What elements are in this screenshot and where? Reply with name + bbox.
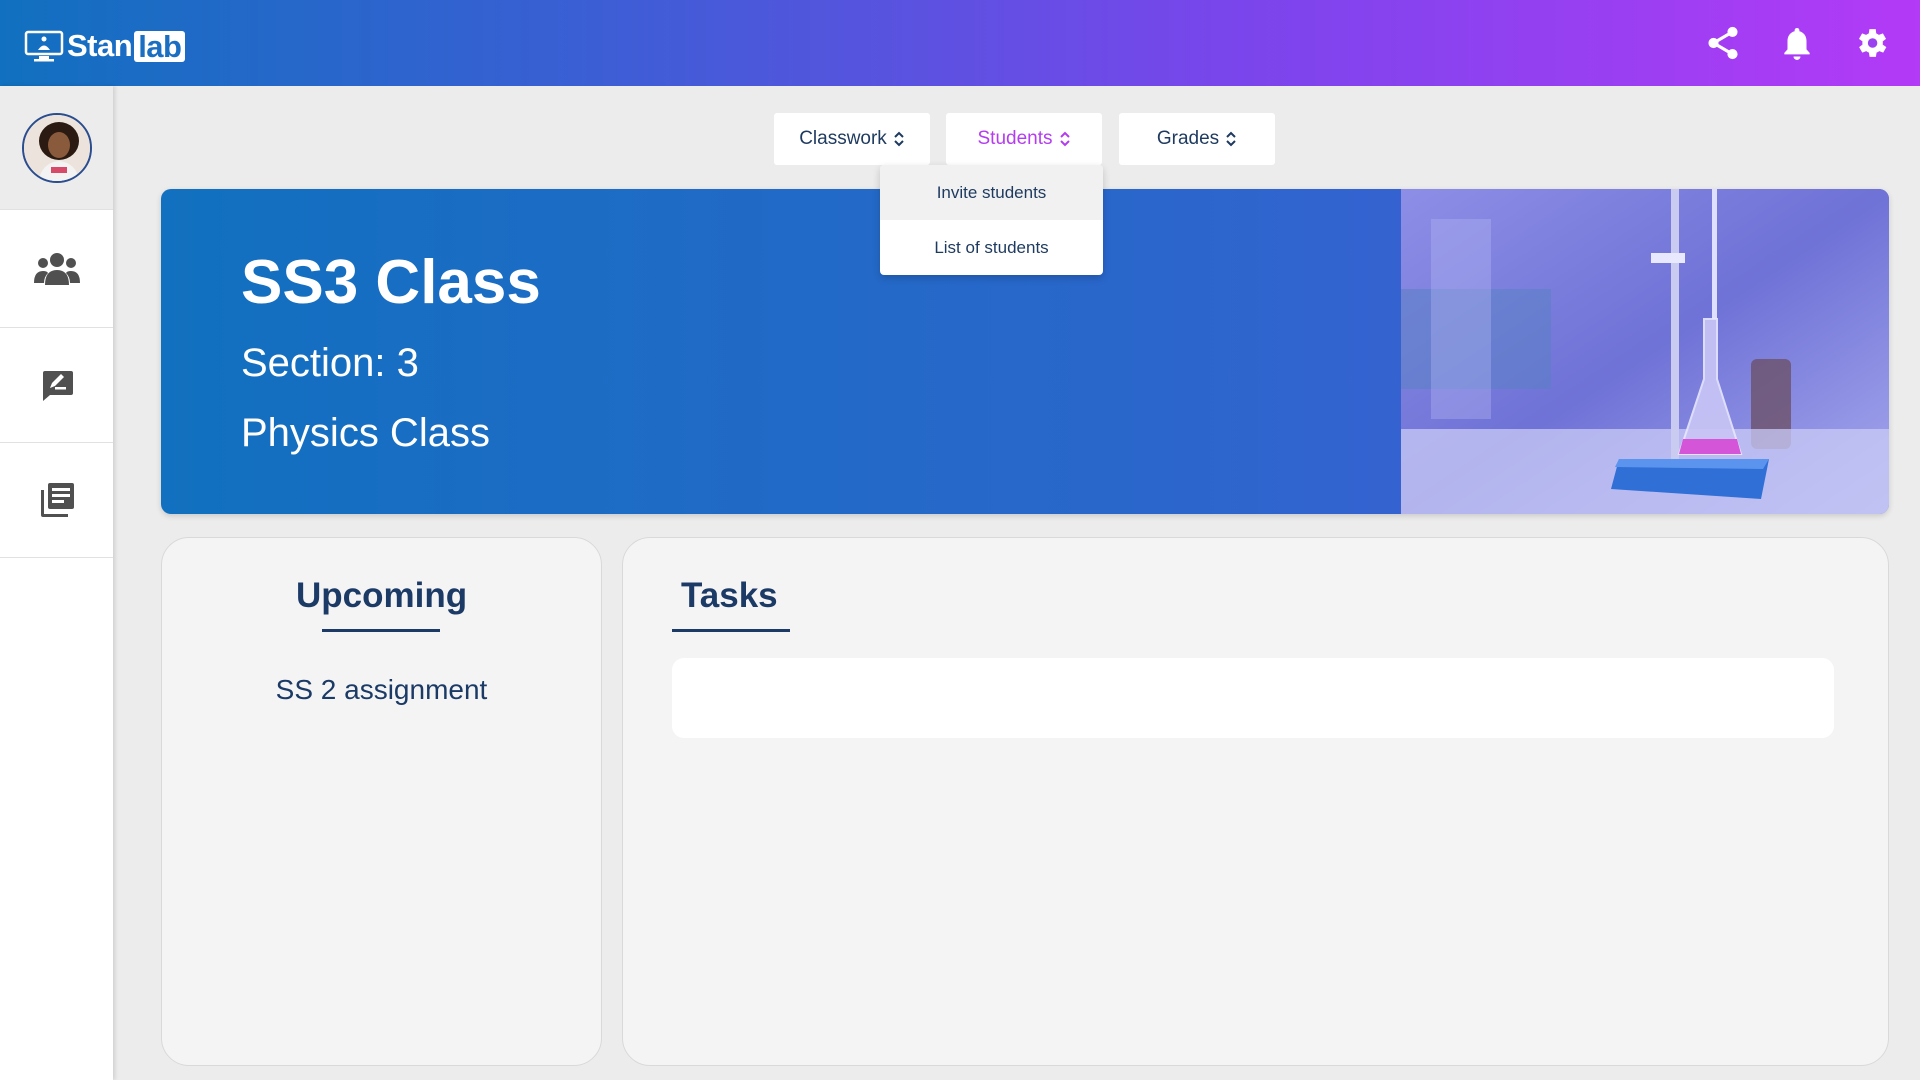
chevron-updown-icon: [1226, 131, 1236, 147]
tab-grades-label: Grades: [1156, 128, 1220, 149]
tasks-underline: [672, 629, 790, 632]
brand-logo[interactable]: Stan lab: [24, 28, 186, 64]
tab-classwork[interactable]: Classwork: [774, 113, 930, 165]
sidebar-item-library[interactable]: [0, 443, 113, 558]
sidebar-item-feedback[interactable]: [0, 328, 113, 443]
bell-icon[interactable]: [1778, 24, 1816, 62]
students-menu: Invite students List of students: [880, 165, 1103, 275]
monitor-icon: [24, 30, 64, 62]
tab-students[interactable]: Students: [946, 113, 1102, 165]
chat-edit-icon: [42, 371, 73, 401]
chevron-updown-icon: [1059, 131, 1070, 147]
tab-grades[interactable]: Grades: [1119, 113, 1275, 165]
sidebar-profile: [0, 86, 113, 210]
tasks-heading: Tasks: [681, 576, 778, 615]
menu-item-invite-students[interactable]: Invite students: [880, 165, 1103, 220]
tab-classwork-label: Classwork: [799, 128, 887, 149]
upcoming-item[interactable]: SS 2 assignment: [162, 674, 601, 706]
class-section: Section: 3: [241, 341, 419, 385]
task-list: [672, 658, 1834, 738]
class-subject: Physics Class: [241, 411, 490, 455]
upcoming-heading: Upcoming: [296, 576, 468, 615]
users-icon: [33, 252, 80, 285]
lab-photo: [1401, 189, 1889, 514]
sidebar-item-people[interactable]: [0, 210, 113, 328]
avatar[interactable]: [21, 112, 92, 183]
library-icon: [40, 483, 74, 517]
user-photo-icon: [23, 114, 90, 181]
chevron-updown-icon: [894, 131, 904, 147]
menu-item-list-students[interactable]: List of students: [880, 220, 1103, 275]
upcoming-underline: [322, 629, 440, 632]
upcoming-card: Upcoming SS 2 assignment: [161, 537, 602, 1066]
share-icon[interactable]: [1704, 24, 1742, 62]
gear-icon[interactable]: [1852, 24, 1890, 62]
tab-students-label: Students: [977, 128, 1053, 149]
tasks-card: Tasks: [622, 537, 1889, 1066]
class-title: SS3 Class: [241, 248, 541, 317]
brand-name-suffix: lab: [134, 30, 186, 62]
sidebar: [0, 86, 113, 1080]
top-bar: Stan lab: [0, 0, 1920, 86]
brand-name-prefix: Stan: [67, 28, 133, 63]
